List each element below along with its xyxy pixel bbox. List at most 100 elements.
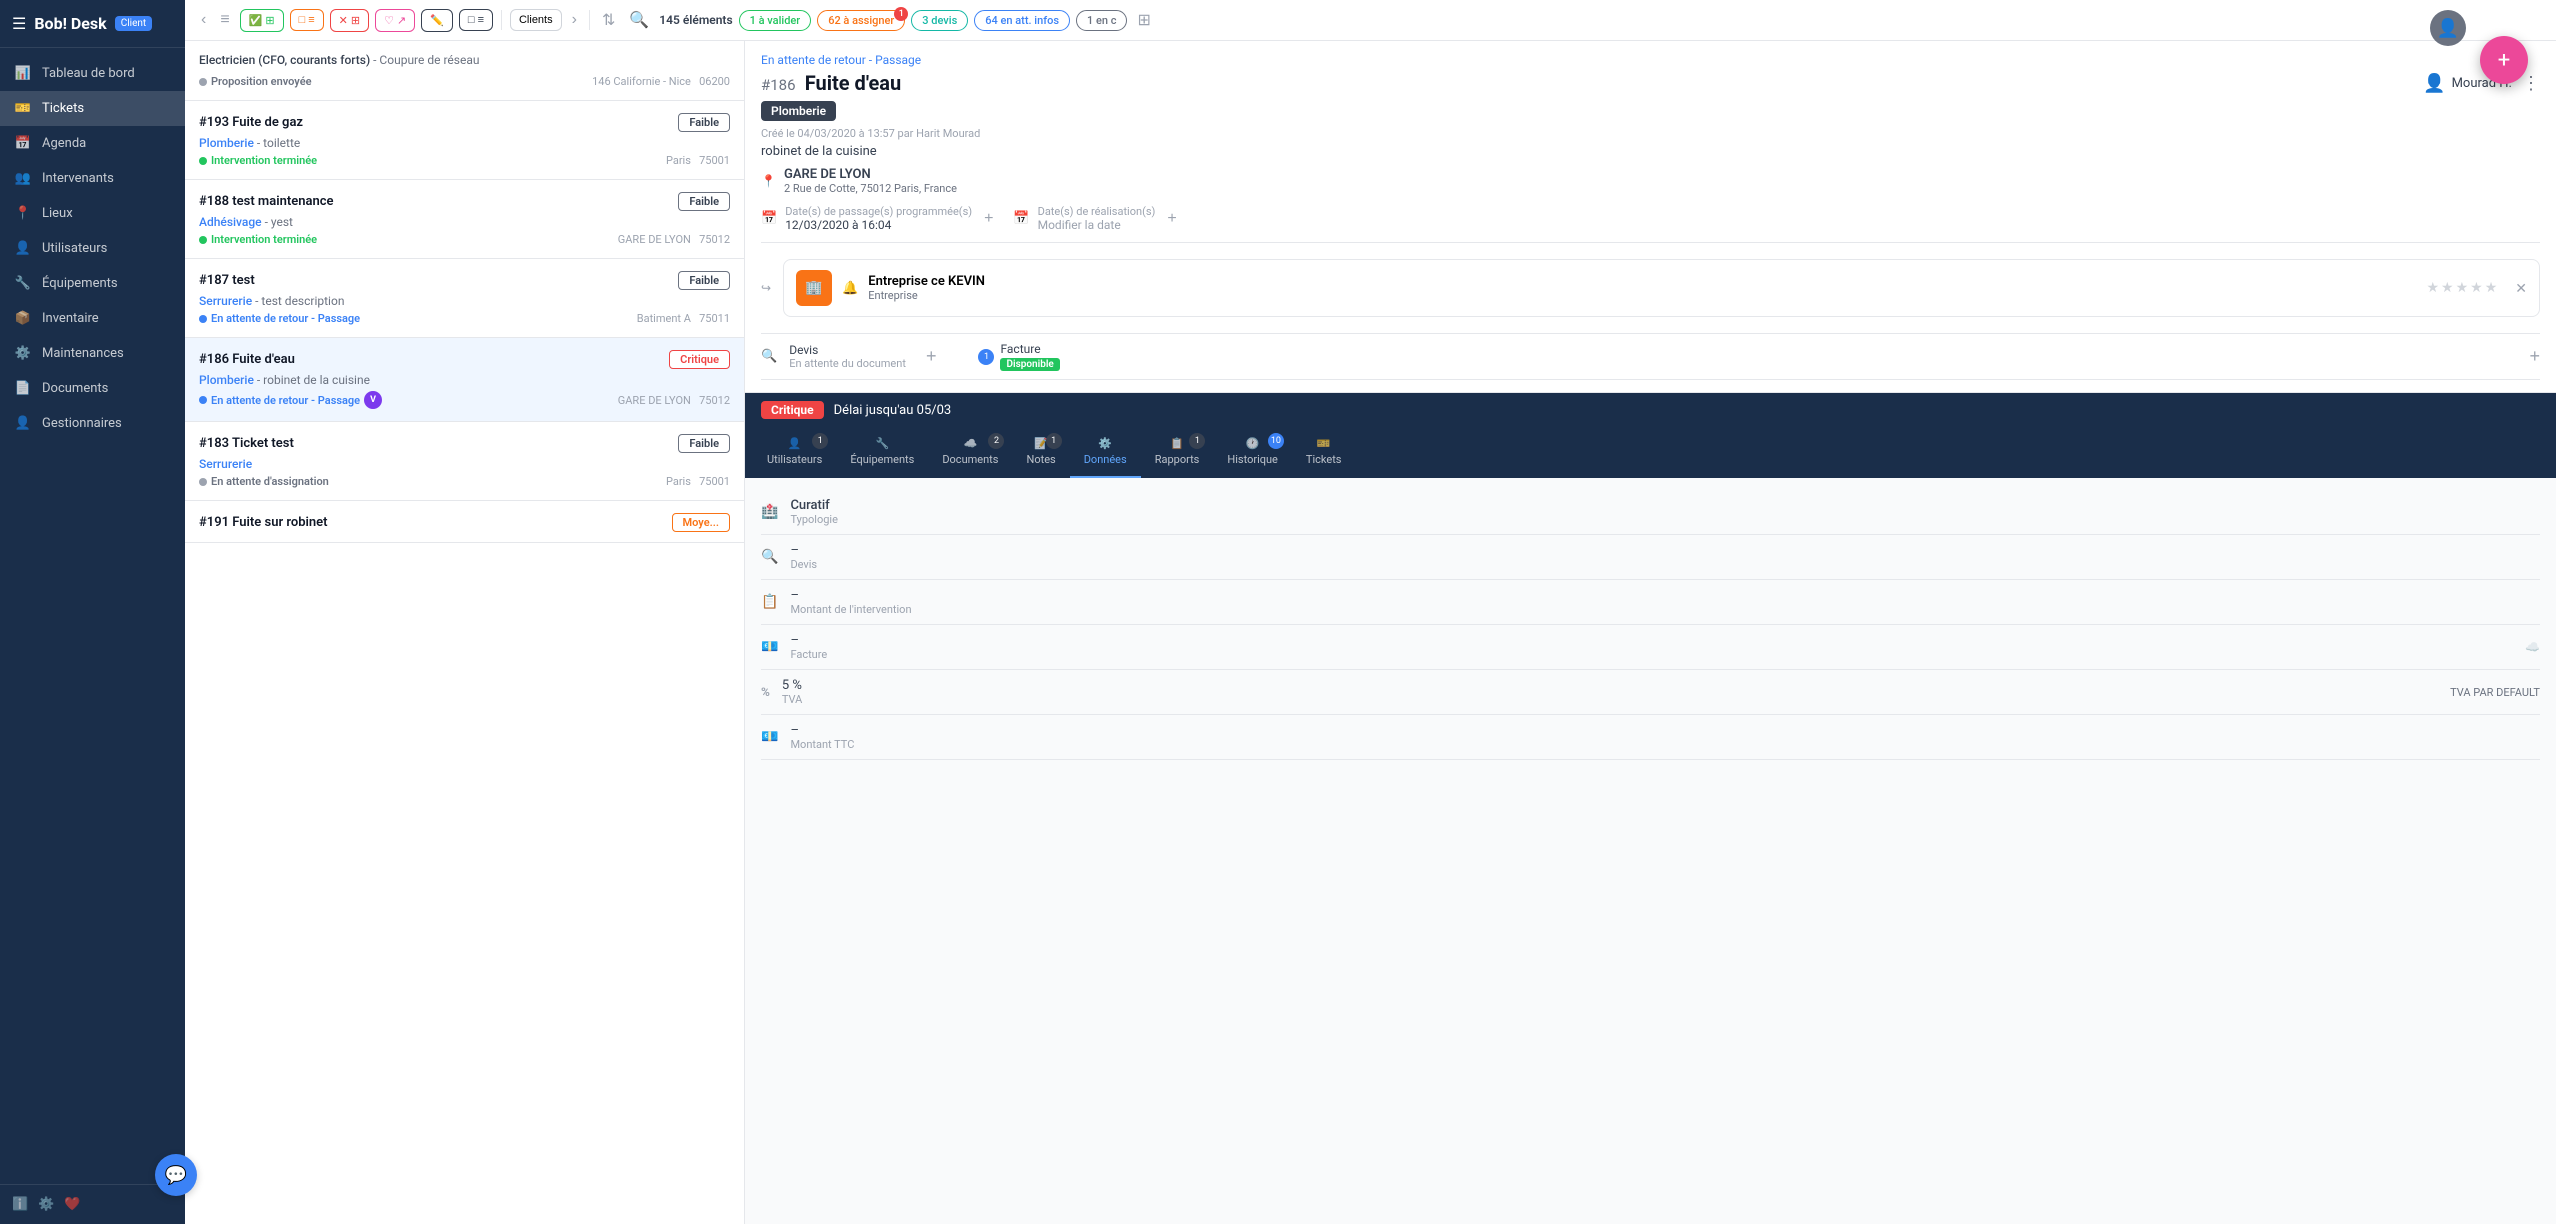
- tab-documents[interactable]: ☁️ Documents 2: [928, 427, 1012, 478]
- detail-description: robinet de la cuisine: [761, 144, 2540, 159]
- view-toggle-red[interactable]: ✕ ⊞: [330, 9, 369, 32]
- tab-rapports-label: Rapports: [1155, 453, 1200, 466]
- search-btn[interactable]: 🔍: [625, 8, 653, 32]
- view-toggle-pink[interactable]: ♡ ↗: [375, 9, 415, 32]
- tab-notes[interactable]: 📝 Notes 1: [1012, 427, 1069, 478]
- ticket-subtitle: Serrurerie - test description: [199, 294, 730, 308]
- sidebar-item-label: Lieux: [42, 206, 73, 221]
- collapse-btn[interactable]: ‹: [197, 9, 210, 31]
- filter-assigner[interactable]: 62 à assigner 1: [817, 10, 905, 31]
- add-devis-btn[interactable]: +: [926, 346, 937, 367]
- ticket-header: #183 Ticket test Faible: [199, 434, 730, 453]
- user-avatar-top[interactable]: 👤: [2430, 10, 2466, 46]
- sidebar-item-inventaire[interactable]: 📦 Inventaire: [0, 301, 185, 336]
- location-name: GARE DE LYON: [784, 167, 957, 182]
- view-toggle-orange[interactable]: □ ≡: [290, 9, 324, 31]
- menu-icon[interactable]: ☰: [12, 14, 26, 33]
- ticket-item[interactable]: #193 Fuite de gaz Faible Plomberie - toi…: [185, 101, 744, 180]
- priority-badge: Moye...: [672, 513, 730, 532]
- sidebar-item-intervenants[interactable]: 👥 Intervenants: [0, 161, 185, 196]
- ticket-category: Electricien (CFO, courants forts) - Coup…: [199, 53, 479, 67]
- intervenant-card[interactable]: 🏢 🔔 Entreprise ce KEVIN Entreprise ★ ★ ★: [783, 259, 2540, 317]
- sidebar-item-label: Documents: [42, 381, 108, 396]
- sidebar-nav: 📊 Tableau de bord 🎫 Tickets 📅 Agenda 👥 I…: [0, 48, 185, 1184]
- ticket-item[interactable]: #188 test maintenance Faible Adhésivage …: [185, 180, 744, 259]
- date-realisation-info: Date(s) de réalisation(s) Modifier la da…: [1038, 205, 1156, 232]
- settings-icon[interactable]: ⚙️: [38, 1197, 54, 1212]
- add-passage-date-btn[interactable]: +: [984, 210, 993, 228]
- location-info: GARE DE LYON 2 Rue de Cotte, 75012 Paris…: [784, 167, 957, 195]
- devis-status: En attente du document: [789, 357, 906, 370]
- arrow-icon: ↗: [397, 14, 406, 27]
- ticket-item[interactable]: #183 Ticket test Faible Serrurerie En at…: [185, 422, 744, 501]
- tab-historique[interactable]: 🕐 Historique 10: [1213, 427, 1292, 478]
- filter-devis[interactable]: 3 devis: [911, 10, 968, 31]
- info-icon[interactable]: ℹ️: [12, 1197, 28, 1212]
- ticket-item[interactable]: Electricien (CFO, courants forts) - Coup…: [185, 41, 744, 101]
- date-passage-info: Date(s) de passage(s) programmée(s) 12/0…: [785, 205, 972, 232]
- filter-valider[interactable]: 1 à valider: [739, 10, 812, 31]
- sidebar-item-lieux[interactable]: 📍 Lieux: [0, 196, 185, 231]
- ticket-location: Paris 75001: [666, 475, 730, 488]
- tab-tickets[interactable]: 🎫 Tickets: [1292, 427, 1356, 478]
- view-toggle-check[interactable]: ✅ ⊞: [240, 9, 284, 32]
- ticket-item[interactable]: #187 test Faible Serrurerie - test descr…: [185, 259, 744, 338]
- sidebar-item-maintenances[interactable]: ⚙️ Maintenances: [0, 336, 185, 371]
- user-avatar: V: [364, 391, 382, 409]
- toolbar: ‹ ≡ ✅ ⊞ □ ≡ ✕ ⊞ ♡ ↗ ✏️ □: [185, 0, 2556, 41]
- filter-en-c[interactable]: 1 en c: [1076, 10, 1127, 31]
- chat-fab[interactable]: 💬: [155, 1154, 197, 1196]
- list-view-btn[interactable]: ≡: [216, 9, 233, 31]
- tab-rapports[interactable]: 📋 Rapports 1: [1141, 427, 1214, 478]
- detail-title-row: #186 Fuite d'eau 👤 Mourad H. ⋮: [761, 71, 2540, 95]
- app-logo: Bob! Desk: [34, 14, 106, 33]
- ticket-main-title: Fuite d'eau: [805, 71, 901, 95]
- intervenant-info: Entreprise ce KEVIN Entreprise: [868, 274, 985, 302]
- main-area: ‹ ≡ ✅ ⊞ □ ≡ ✕ ⊞ ♡ ↗ ✏️ □: [185, 0, 2556, 1224]
- sidebar-item-documents[interactable]: 📄 Documents: [0, 371, 185, 406]
- sidebar-item-label: Gestionnaires: [42, 416, 122, 431]
- clients-btn[interactable]: Clients: [510, 9, 562, 31]
- heart-icon[interactable]: ❤️: [64, 1197, 80, 1212]
- lines2-icon: ≡: [478, 14, 484, 26]
- intervenant-logo: 🏢: [796, 270, 832, 306]
- sort-btn[interactable]: ⇅: [598, 8, 619, 32]
- remove-intervenant-btn[interactable]: ✕: [2515, 280, 2527, 297]
- tab-tickets-icon: 🎫: [1317, 437, 1331, 450]
- ticket-header: Electricien (CFO, courants forts) - Coup…: [199, 53, 730, 71]
- facture-count-badge: 1: [978, 349, 994, 365]
- tab-documents-badge: 2: [988, 433, 1004, 449]
- ticket-item[interactable]: #191 Fuite sur robinet Moye...: [185, 501, 744, 543]
- ticket-cat: Plomberie: [199, 373, 254, 387]
- sidebar-item-equipements[interactable]: 🔧 Équipements: [0, 266, 185, 301]
- more-options-btn[interactable]: ⋮: [2522, 73, 2540, 94]
- next-btn[interactable]: ›: [568, 9, 581, 31]
- tab-donnees[interactable]: ⚙️ Données: [1070, 427, 1141, 478]
- view-toggle-dark2[interactable]: □ ≡: [459, 9, 493, 31]
- priority-badge: Faible: [678, 271, 730, 290]
- sidebar-item-dashboard[interactable]: 📊 Tableau de bord: [0, 56, 185, 91]
- sidebar-item-tickets[interactable]: 🎫 Tickets: [0, 91, 185, 126]
- ticket-subtitle: Serrurerie: [199, 457, 730, 471]
- disponible-badge: Disponible: [1000, 358, 1059, 371]
- devis-icon: 🔍: [761, 549, 778, 565]
- priority-badge: Faible: [678, 192, 730, 211]
- sidebar-item-utilisateurs[interactable]: 👤 Utilisateurs: [0, 231, 185, 266]
- sidebar-item-gestionnaires[interactable]: 👤 Gestionnaires: [0, 406, 185, 441]
- ticket-item-selected[interactable]: #186 Fuite d'eau Critique Plomberie - ro…: [185, 338, 744, 422]
- ticket-cat: Plomberie: [199, 136, 254, 150]
- sidebar-item-agenda[interactable]: 📅 Agenda: [0, 126, 185, 161]
- tab-utilisateurs[interactable]: 👤 Utilisateurs 1: [753, 427, 836, 478]
- add-facture-btn[interactable]: +: [2529, 346, 2540, 367]
- add-fab[interactable]: +: [2480, 36, 2528, 84]
- view-toggle-dark[interactable]: ✏️: [421, 9, 453, 32]
- tab-notes-badge: 1: [1046, 433, 1062, 449]
- filter-att-infos[interactable]: 64 en att. infos: [974, 10, 1070, 31]
- tab-equipements[interactable]: 🔧 Équipements: [836, 427, 928, 478]
- add-realisation-date-btn[interactable]: +: [1167, 210, 1176, 228]
- facture-data-label: Facture: [790, 648, 827, 661]
- ticket-footer: Proposition envoyée 146 Californie - Nic…: [199, 75, 730, 88]
- avatar-image: 👤: [2437, 18, 2459, 39]
- export-btn[interactable]: ⊞: [1133, 8, 1154, 32]
- donnees-row-facture: 💶 – Facture ☁️: [761, 625, 2540, 670]
